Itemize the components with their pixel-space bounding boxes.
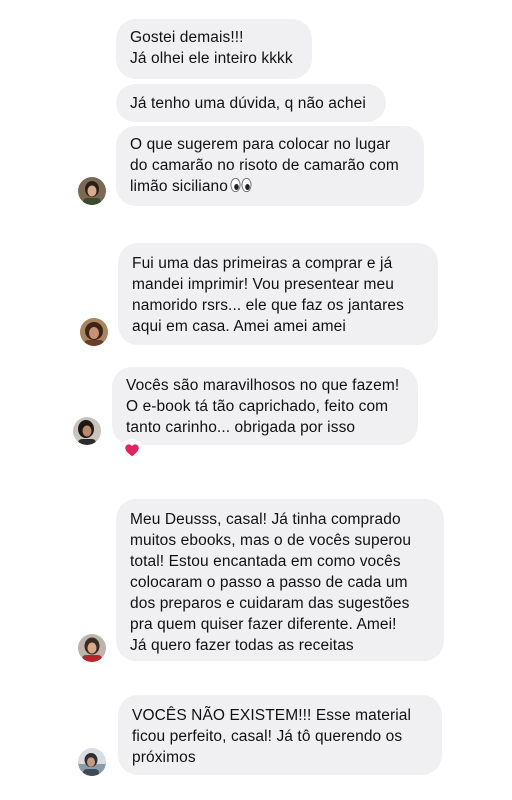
message-bubble: VOCÊS NÃO EXISTEM!!! Esse material ficou… — [118, 695, 442, 775]
eyes-emoji-icon — [230, 177, 252, 199]
avatar[interactable] — [80, 318, 108, 346]
avatar[interactable] — [78, 177, 106, 205]
avatar[interactable] — [73, 417, 101, 445]
message-text: O que sugerem para colocar no lugar do c… — [130, 136, 399, 195]
heart-reaction-icon[interactable] — [121, 439, 143, 461]
avatar[interactable] — [78, 634, 106, 662]
message-bubble: Gostei demais!!! Já olhei ele inteiro kk… — [116, 19, 312, 79]
message-bubble: Vocês são maravilhosos no que fazem! O e… — [112, 367, 418, 445]
message-bubble: Fui uma das primeiras a comprar e já man… — [118, 243, 438, 345]
avatar[interactable] — [78, 748, 106, 776]
message-bubble: O que sugerem para colocar no lugar do c… — [116, 126, 424, 206]
message-bubble: Já tenho uma dúvida, q não achei — [116, 84, 386, 122]
message-bubble: Meu Deusss, casal! Já tinha comprado mui… — [116, 499, 444, 661]
